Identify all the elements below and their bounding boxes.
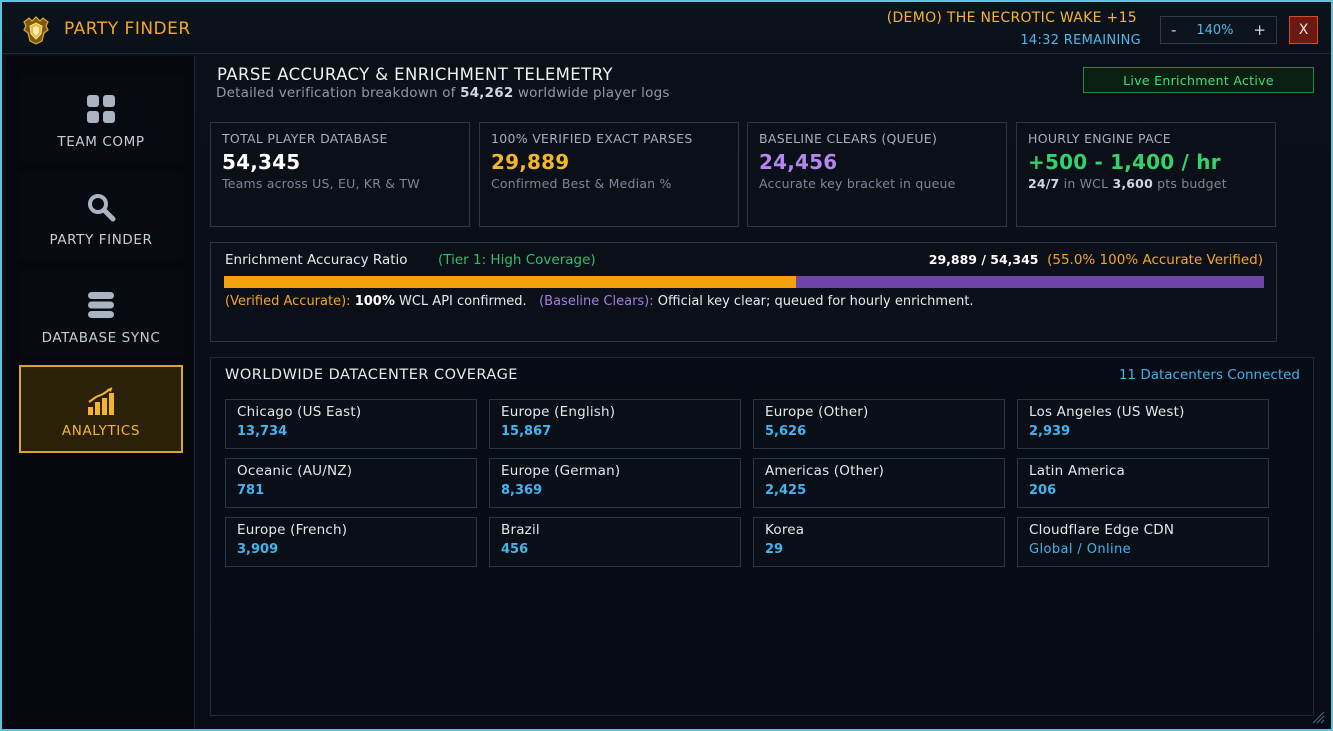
grid-icon — [19, 94, 183, 124]
app-title: PARTY FINDER — [64, 19, 191, 39]
sidebar: TEAM COMP PARTY FINDER DATABASE SYNC ANA… — [6, 56, 195, 729]
datacenter-card: Europe (Other) 5,626 — [753, 399, 1005, 449]
datacenter-card: Korea 29 — [753, 517, 1005, 567]
ratio-legend: (Verified Accurate): 100% WCL API confir… — [225, 294, 974, 309]
sidebar-item-label: ANALYTICS — [61, 423, 141, 439]
sidebar-item-team-comp[interactable]: TEAM COMP — [19, 74, 183, 162]
ratio-tier: (Tier 1: High Coverage) — [438, 252, 596, 268]
sidebar-item-label: PARTY FINDER — [49, 232, 153, 248]
sidebar-item-analytics[interactable]: ANALYTICS — [19, 365, 183, 453]
time-remaining: 14:32 REMAINING — [1020, 33, 1141, 48]
sidebar-item-label: DATABASE SYNC — [41, 330, 161, 346]
live-enrichment-badge: Live Enrichment Active — [1083, 67, 1314, 93]
ratio-title: Enrichment Accuracy Ratio — [225, 252, 408, 268]
shield-logo-icon — [20, 14, 52, 46]
app-window: PARTY FINDER (DEMO) THE NECROTIC WAKE +1… — [0, 0, 1333, 731]
datacenter-card: Los Angeles (US West) 2,939 — [1017, 399, 1269, 449]
page-subtitle: Detailed verification breakdown of 54,26… — [216, 85, 670, 101]
stat-card-total-database: TOTAL PLAYER DATABASE 54,345 Teams acros… — [210, 122, 470, 227]
database-icon — [19, 290, 183, 320]
datacenter-count: 11 Datacenters Connected — [1118, 367, 1300, 383]
stat-value: +500 - 1,400 / hr — [1028, 150, 1221, 174]
stat-card-engine-pace: HOURLY ENGINE PACE +500 - 1,400 / hr 24/… — [1016, 122, 1276, 227]
stat-value: 54,345 — [222, 150, 301, 174]
stat-card-verified-parses: 100% VERIFIED EXACT PARSES 29,889 Confir… — [479, 122, 739, 227]
datacenter-grid: Chicago (US East) 13,734 Europe (English)… — [225, 399, 1269, 567]
ratio-progress-fill — [224, 276, 796, 288]
stat-note: Accurate key bracket in queue — [759, 176, 956, 191]
zoom-in-button[interactable]: + — [1253, 21, 1266, 39]
datacenter-card: Cloudflare Edge CDN Global / Online — [1017, 517, 1269, 567]
zoom-level: 140% — [1196, 22, 1234, 38]
main-content: PARSE ACCURACY & ENRICHMENT TELEMETRY De… — [196, 56, 1331, 729]
resize-grip-icon[interactable] — [1311, 709, 1325, 724]
stat-note: Confirmed Best & Median % — [491, 176, 672, 191]
stat-value: 24,456 — [759, 150, 838, 174]
datacenter-card: Americas (Other) 2,425 — [753, 458, 1005, 508]
dungeon-title: (DEMO) THE NECROTIC WAKE +15 — [886, 10, 1137, 26]
stat-label: TOTAL PLAYER DATABASE — [222, 131, 388, 146]
sidebar-item-party-finder[interactable]: PARTY FINDER — [19, 172, 183, 260]
datacenter-title: WORLDWIDE DATACENTER COVERAGE — [225, 367, 518, 383]
ratio-percent: (55.0% 100% Accurate Verified) — [1047, 252, 1263, 268]
enrichment-ratio-panel: Enrichment Accuracy Ratio (Tier 1: High … — [210, 242, 1277, 342]
datacenter-card: Europe (German) 8,369 — [489, 458, 741, 508]
datacenter-card: Latin America 206 — [1017, 458, 1269, 508]
datacenter-card: Europe (English) 15,867 — [489, 399, 741, 449]
datacenter-card: Chicago (US East) 13,734 — [225, 399, 477, 449]
stat-note: 24/7 in WCL 3,600 pts budget — [1028, 176, 1227, 191]
stat-value: 29,889 — [491, 150, 570, 174]
stat-label: 100% VERIFIED EXACT PARSES — [491, 131, 693, 146]
stat-label: HOURLY ENGINE PACE — [1028, 131, 1171, 146]
stat-card-baseline-clears: BASELINE CLEARS (QUEUE) 24,456 Accurate … — [747, 122, 1007, 227]
stat-label: BASELINE CLEARS (QUEUE) — [759, 131, 938, 146]
datacenter-card: Oceanic (AU/NZ) 781 — [225, 458, 477, 508]
close-button[interactable]: X — [1289, 16, 1318, 44]
ratio-summary: 29,889 / 54,345 (55.0% 100% Accurate Ver… — [929, 252, 1263, 268]
page-title: PARSE ACCURACY & ENRICHMENT TELEMETRY — [217, 65, 613, 84]
stat-note: Teams across US, EU, KR & TW — [222, 176, 420, 191]
sidebar-item-database-sync[interactable]: DATABASE SYNC — [19, 270, 183, 358]
title-bar: PARTY FINDER (DEMO) THE NECROTIC WAKE +1… — [2, 2, 1331, 54]
datacenter-coverage-panel: WORLDWIDE DATACENTER COVERAGE 11 Datacen… — [210, 357, 1314, 716]
ratio-fraction: 29,889 / 54,345 — [928, 252, 1039, 267]
log-count: 54,262 — [460, 85, 514, 101]
sidebar-item-label: TEAM COMP — [57, 134, 145, 150]
datacenter-card: Brazil 456 — [489, 517, 741, 567]
chart-icon — [21, 387, 181, 417]
zoom-control: - 140% + — [1160, 16, 1277, 44]
zoom-out-button[interactable]: - — [1171, 21, 1176, 39]
datacenter-card: Europe (French) 3,909 — [225, 517, 477, 567]
search-icon — [19, 192, 183, 222]
ratio-progress-bar — [224, 276, 1264, 288]
